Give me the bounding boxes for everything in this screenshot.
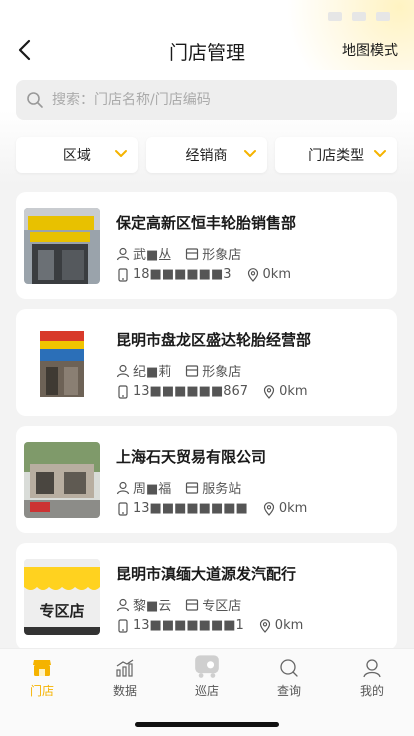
store-card[interactable]: 专区店 昆明市滇缅大道源发汽配行 黎■云 专区店 13■■■■■■■1 0km	[16, 543, 397, 650]
store-thumbnail: 专区店	[24, 559, 100, 635]
filter-label: 区域	[62, 148, 91, 164]
store-type: 服务站	[202, 482, 242, 497]
zone-store-logo-text: 专区店	[39, 602, 85, 620]
store-list: 保定高新区恒丰轮胎销售部 武■丛 形象店 18■■■■■■3 0km 昆明市盘龙…	[16, 192, 397, 660]
store-meta-row: 武■丛 形象店	[116, 244, 241, 263]
user-icon	[363, 659, 381, 678]
store-type-icon	[186, 598, 199, 611]
store-type: 形象店	[202, 248, 242, 263]
phone-icon	[118, 267, 128, 282]
store-type: 形象店	[202, 365, 242, 380]
location-pin-icon	[259, 618, 270, 633]
search-bar[interactable]	[16, 80, 397, 120]
store-contact: 周■福	[133, 482, 172, 497]
tab-patrol[interactable]: 巡店	[177, 655, 237, 699]
search-icon	[280, 659, 298, 677]
chevron-down-icon	[114, 150, 127, 157]
map-mode-button[interactable]: 地图模式	[342, 40, 398, 60]
filter-label: 经销商	[185, 148, 228, 164]
store-distance: 0km	[279, 384, 308, 399]
chart-icon	[116, 659, 134, 677]
home-indicator	[135, 722, 279, 727]
store-thumbnail	[24, 442, 100, 518]
person-icon	[116, 481, 130, 494]
store-contact: 武■丛	[133, 248, 172, 263]
store-meta-row: 13■■■■■■■1 0km	[116, 618, 303, 633]
store-meta-row: 18■■■■■■3 0km	[116, 267, 291, 282]
phone-icon	[118, 618, 128, 633]
top-bar: 门店管理 地图模式	[0, 30, 414, 70]
store-distance: 0km	[262, 267, 291, 282]
chevron-down-icon	[244, 150, 257, 157]
store-phone: 13■■■■■■■1	[133, 618, 244, 633]
person-icon	[116, 598, 130, 611]
store-card[interactable]: 保定高新区恒丰轮胎销售部 武■丛 形象店 18■■■■■■3 0km	[16, 192, 397, 299]
store-name: 昆明市滇缅大道源发汽配行	[116, 565, 297, 583]
phone-icon	[118, 501, 128, 516]
search-icon	[27, 92, 43, 108]
filter-dealer[interactable]: 经销商	[145, 137, 268, 173]
location-pin-icon	[247, 267, 258, 282]
store-phone: 13■■■■■■■■	[133, 501, 248, 516]
store-distance: 0km	[274, 618, 304, 633]
location-pin-icon	[263, 384, 275, 399]
store-name: 上海石天贸易有限公司	[116, 448, 267, 466]
store-contact: 黎■云	[133, 599, 172, 614]
search-input[interactable]	[52, 92, 372, 108]
store-card[interactable]: 上海石天贸易有限公司 周■福 服务站 13■■■■■■■■ 0km	[16, 426, 397, 533]
store-card[interactable]: 昆明市盘龙区盛达轮胎经营部 纪■莉 形象店 13■■■■■■867 0km	[16, 309, 397, 416]
tab-query[interactable]: 查询	[259, 657, 319, 699]
store-meta-row: 13■■■■■■867 0km	[116, 384, 308, 399]
tab-mine[interactable]: 我的	[342, 657, 402, 699]
store-thumbnail	[24, 325, 100, 401]
tab-data[interactable]: 数据	[95, 657, 155, 699]
store-meta-row: 黎■云 专区店	[116, 595, 241, 614]
filter-bar: 区域 经销商 门店类型	[16, 137, 398, 173]
store-meta-row: 13■■■■■■■■ 0km	[116, 501, 307, 516]
store-type-icon	[186, 364, 199, 377]
store-type: 专区店	[202, 599, 242, 614]
status-bar-icons	[328, 12, 390, 21]
store-name: 保定高新区恒丰轮胎销售部	[116, 214, 297, 232]
filter-label: 门店类型	[308, 148, 365, 164]
store-meta-row: 纪■莉 形象店	[116, 361, 241, 380]
filter-region[interactable]: 区域	[16, 137, 138, 173]
filter-store-type[interactable]: 门店类型	[275, 137, 398, 173]
store-type-icon	[186, 247, 199, 260]
store-name: 昆明市盘龙区盛达轮胎经营部	[116, 331, 312, 349]
store-type-icon	[186, 481, 199, 494]
tab-store[interactable]: 门店	[12, 657, 72, 699]
patrol-icon	[195, 655, 219, 678]
store-distance: 0km	[278, 501, 308, 516]
store-phone: 18■■■■■■3	[133, 267, 232, 282]
store-contact: 纪■莉	[133, 365, 172, 380]
person-icon	[116, 364, 130, 377]
store-icon	[33, 660, 51, 676]
store-meta-row: 周■福 服务站	[116, 478, 241, 497]
location-pin-icon	[263, 501, 274, 516]
store-phone: 13■■■■■■867	[133, 384, 249, 399]
chevron-down-icon	[374, 150, 387, 157]
store-thumbnail	[24, 208, 100, 284]
phone-icon	[118, 384, 128, 399]
person-icon	[116, 247, 130, 260]
